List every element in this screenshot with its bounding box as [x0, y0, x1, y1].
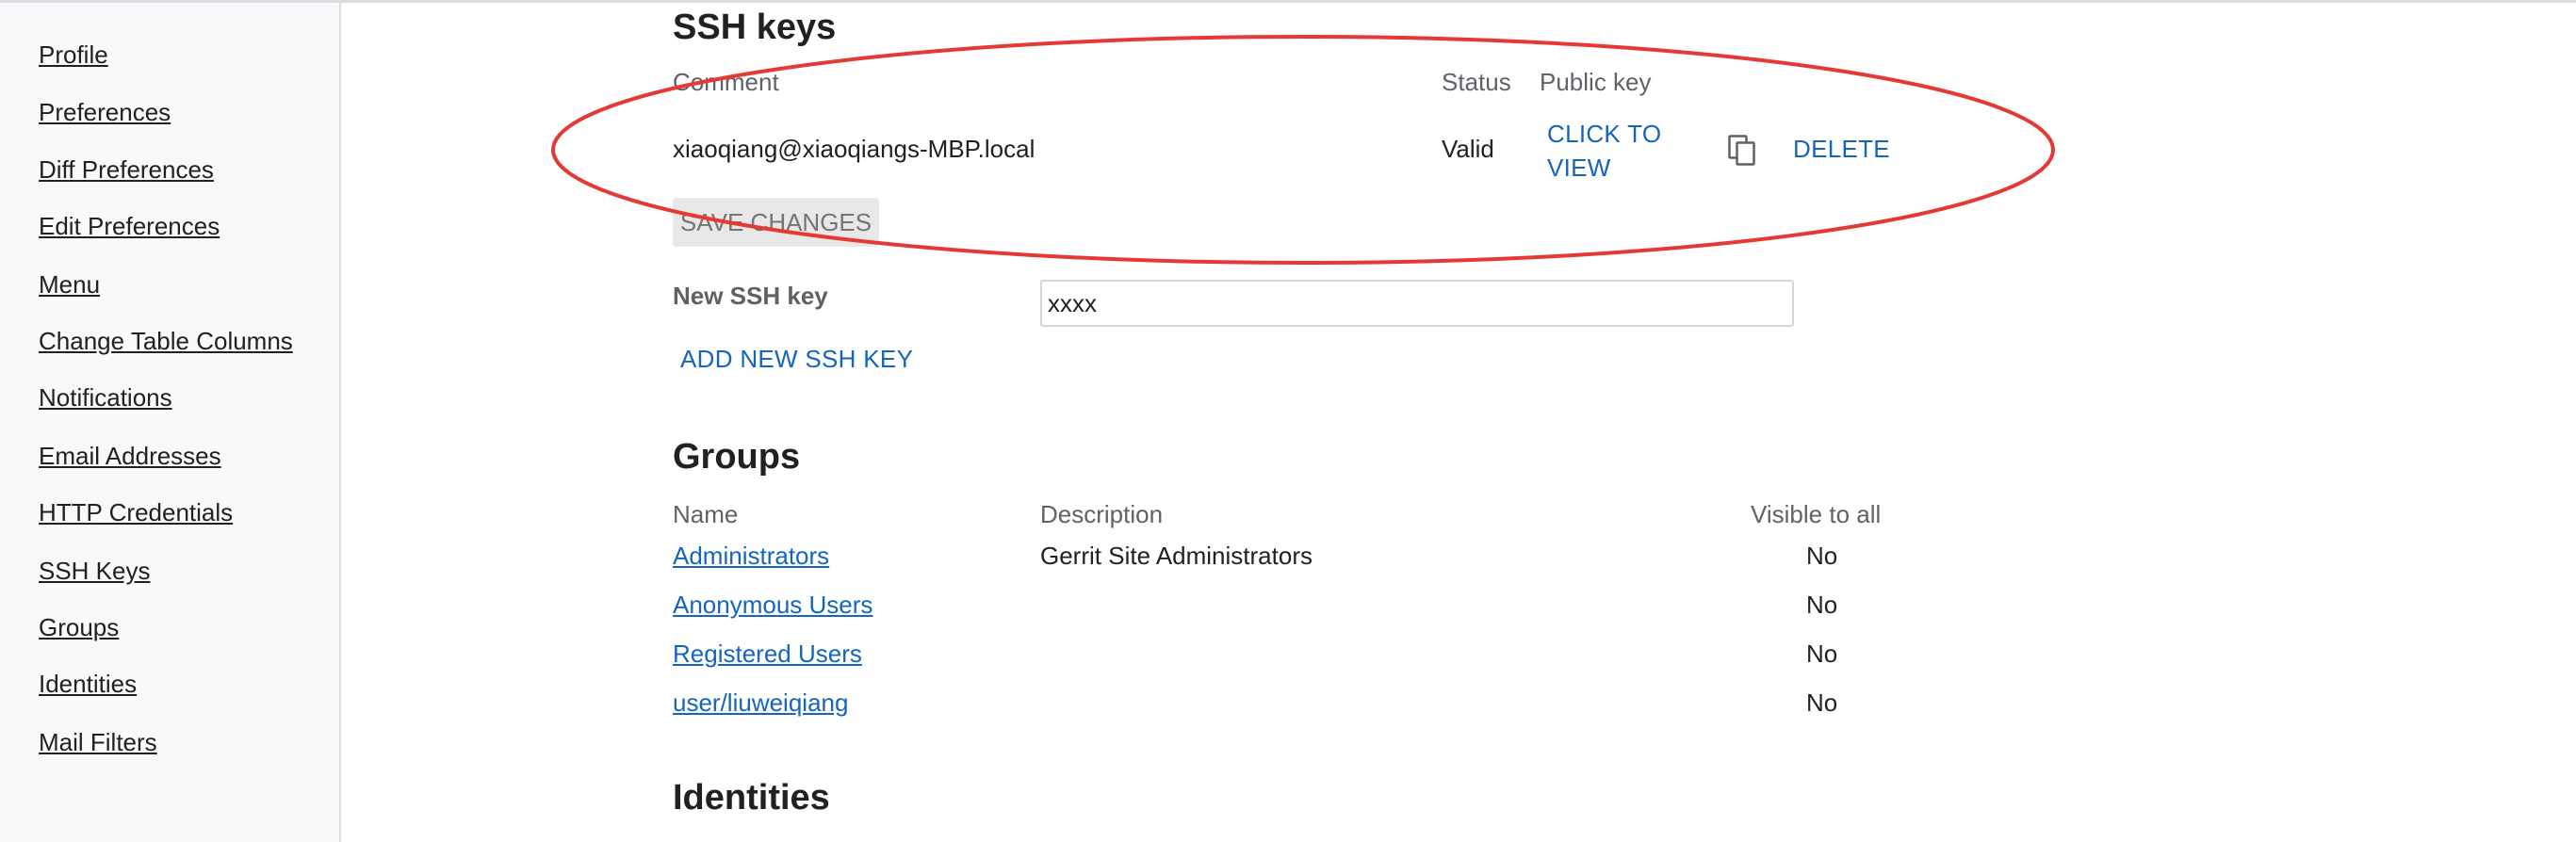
group-visible-value: No: [1806, 640, 1838, 668]
add-new-ssh-key-button[interactable]: ADD NEW SSH KEY: [680, 345, 913, 374]
group-visible-value: No: [1806, 688, 1838, 717]
identities-title: Identities: [673, 778, 830, 818]
sidebar-item-change-table-columns[interactable]: Change Table Columns: [39, 327, 293, 356]
sidebar-item-http-credentials[interactable]: HTTP Credentials: [39, 498, 233, 527]
new-ssh-key-label: New SSH key: [673, 282, 828, 310]
sidebar-item-mail-filters[interactable]: Mail Filters: [39, 728, 157, 757]
main-content: SSH keys Comment Status Public key xiaoq…: [343, 0, 2576, 842]
sidebar-item-diff-preferences[interactable]: Diff Preferences: [39, 155, 214, 185]
sidebar-item-menu[interactable]: Menu: [39, 270, 100, 300]
sidebar-item-edit-preferences[interactable]: Edit Preferences: [39, 212, 220, 241]
comment-column-header: Comment: [673, 68, 779, 96]
group-link-anonymous-users[interactable]: Anonymous Users: [673, 591, 872, 620]
group-name-column-header: Name: [673, 500, 739, 528]
save-changes-button[interactable]: SAVE CHANGES: [673, 198, 879, 247]
settings-sidebar: Profile Preferences Diff Preferences Edi…: [0, 3, 341, 842]
ssh-key-comment: xiaoqiang@xiaoqiangs-MBP.local: [673, 135, 1035, 163]
public-key-column-header: Public key: [1540, 68, 1652, 96]
sidebar-item-profile[interactable]: Profile: [39, 40, 108, 70]
sidebar-item-notifications[interactable]: Notifications: [39, 383, 172, 413]
sidebar-item-identities[interactable]: Identities: [39, 670, 137, 699]
status-column-header: Status: [1442, 68, 1511, 96]
group-visible-value: No: [1806, 542, 1838, 570]
click-to-view-button[interactable]: CLICK TO VIEW: [1547, 117, 1661, 185]
group-link-user-liuweiqiang[interactable]: user/liuweiqiang: [673, 688, 848, 718]
group-description-column-header: Description: [1040, 500, 1164, 528]
group-visible-value: No: [1806, 591, 1838, 619]
ssh-key-status: Valid: [1442, 135, 1494, 163]
sidebar-item-groups[interactable]: Groups: [39, 613, 119, 642]
group-visible-column-header: Visible to all: [1751, 500, 1882, 528]
delete-ssh-key-button[interactable]: DELETE: [1793, 135, 1890, 164]
group-link-administrators[interactable]: Administrators: [673, 542, 829, 571]
group-description: Gerrit Site Administrators: [1040, 542, 1312, 570]
ssh-keys-title: SSH keys: [673, 8, 837, 47]
group-link-registered-users[interactable]: Registered Users: [673, 640, 862, 669]
click-to-view-label-line1: CLICK TO: [1547, 120, 1662, 148]
groups-title: Groups: [673, 437, 801, 477]
sidebar-item-preferences[interactable]: Preferences: [39, 98, 171, 127]
click-to-view-label-line2: VIEW: [1547, 154, 1611, 182]
sidebar-item-email-addresses[interactable]: Email Addresses: [39, 442, 221, 471]
sidebar-item-ssh-keys[interactable]: SSH Keys: [39, 557, 151, 586]
copy-icon[interactable]: [1728, 135, 1756, 167]
new-ssh-key-input[interactable]: [1040, 280, 1794, 327]
